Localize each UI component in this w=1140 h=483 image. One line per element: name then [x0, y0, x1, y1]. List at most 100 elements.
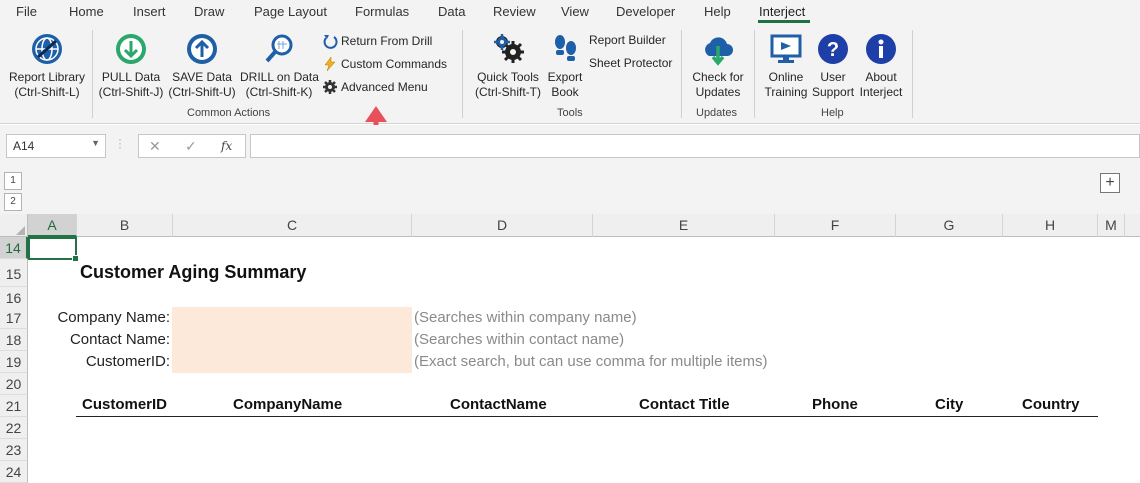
about-interject-button[interactable]: About Interject	[856, 32, 906, 100]
column-header-c[interactable]: C	[173, 214, 412, 237]
header-contact-title: Contact Title	[639, 396, 730, 413]
return-arrow-icon	[323, 35, 338, 49]
column-header-a[interactable]: A	[28, 214, 77, 237]
select-all-corner[interactable]	[0, 214, 28, 237]
report-library-label: Report Library	[8, 70, 86, 84]
resize-handle[interactable]: · · ·	[118, 133, 122, 153]
question-icon: ?	[818, 34, 848, 64]
return-from-drill-label: Return From Drill	[341, 34, 433, 48]
name-box[interactable]: A14 ▼	[6, 134, 106, 158]
row-header-14[interactable]: 14	[0, 237, 28, 259]
chevron-down-icon[interactable]: ▼	[91, 138, 100, 148]
insert-function-icon[interactable]: fx	[221, 139, 232, 153]
row-header-21[interactable]: 21	[0, 395, 28, 417]
advanced-menu-label: Advanced Menu	[341, 80, 428, 94]
custom-commands-button[interactable]: Custom Commands	[322, 56, 447, 72]
header-country: Country	[1022, 396, 1080, 413]
tab-formulas[interactable]: Formulas	[355, 4, 409, 19]
column-header-m[interactable]: M	[1098, 214, 1125, 237]
group-separator	[754, 30, 755, 118]
export-book-label: Export	[547, 70, 583, 84]
online-training-button[interactable]: Online Training	[760, 32, 812, 100]
export-book-label-2: Book	[551, 85, 579, 99]
column-headers: A B C D E F G H M	[0, 214, 1140, 237]
footprints-icon	[555, 35, 576, 61]
tab-developer[interactable]: Developer	[616, 4, 675, 19]
row-header-18[interactable]: 18	[0, 329, 28, 351]
header-contactname: ContactName	[450, 396, 547, 413]
column-header-e[interactable]: E	[593, 214, 775, 237]
row-header-22[interactable]: 22	[0, 417, 28, 439]
cloud-download-icon	[705, 37, 733, 66]
user-support-button[interactable]: ? User Support	[812, 32, 854, 100]
tab-interject[interactable]: Interject	[759, 4, 805, 19]
return-from-drill-button[interactable]: Return From Drill	[322, 33, 432, 49]
tab-draw[interactable]: Draw	[194, 4, 224, 19]
sheet-protector-button[interactable]: Sheet Protector	[589, 56, 672, 70]
name-box-value: A14	[13, 139, 35, 153]
row-header-23[interactable]: 23	[0, 439, 28, 461]
row-header-16[interactable]: 16	[0, 287, 28, 309]
quick-tools-button[interactable]: Quick Tools (Ctrl-Shift-T)	[472, 32, 544, 100]
pull-data-button[interactable]: PULL Data (Ctrl-Shift-J)	[96, 32, 166, 100]
column-header-f[interactable]: F	[775, 214, 896, 237]
magnifier-icon	[265, 34, 293, 63]
user-support-label-2: Support	[812, 85, 855, 99]
report-builder-button[interactable]: Report Builder	[589, 33, 666, 47]
user-support-label: User	[820, 70, 846, 84]
contact-name-label: Contact Name:	[69, 331, 170, 348]
tab-file[interactable]: File	[16, 4, 37, 19]
customerid-input[interactable]	[172, 351, 412, 373]
lightning-icon	[324, 56, 336, 72]
cancel-icon[interactable]: ✕	[149, 138, 161, 155]
column-header-d[interactable]: D	[412, 214, 593, 237]
export-book-button[interactable]: Export Book	[546, 32, 584, 100]
upload-arrow-icon	[187, 34, 217, 64]
row-header-17[interactable]: 17	[0, 307, 28, 329]
save-data-button[interactable]: SAVE Data (Ctrl-Shift-U)	[166, 32, 238, 100]
row-header-19[interactable]: 19	[0, 351, 28, 373]
header-city: City	[935, 396, 964, 413]
report-title: Customer Aging Summary	[80, 262, 307, 282]
outline-level-1-button[interactable]: 1	[4, 172, 22, 190]
column-header-h[interactable]: H	[1003, 214, 1098, 237]
tab-home[interactable]: Home	[69, 4, 104, 19]
check-updates-button[interactable]: Check for Updates	[688, 32, 748, 100]
tab-view[interactable]: View	[561, 4, 589, 19]
header-underline	[76, 416, 1098, 417]
group-label-tools: Tools	[557, 107, 583, 119]
active-cell-a14[interactable]	[28, 237, 79, 262]
tab-insert[interactable]: Insert	[133, 4, 166, 19]
tab-review[interactable]: Review	[493, 4, 536, 19]
svg-text:?: ?	[827, 39, 839, 61]
row-header-24[interactable]: 24	[0, 461, 28, 483]
column-header-b[interactable]: B	[77, 214, 173, 237]
pull-data-label: PULL Data	[101, 70, 161, 84]
online-training-label: Online	[768, 70, 804, 84]
gears-icon	[494, 34, 524, 63]
sheet-protector-label: Sheet Protector	[589, 56, 673, 70]
expand-group-button[interactable]: +	[1100, 173, 1120, 193]
online-training-label-2: Training	[764, 85, 808, 99]
company-name-input[interactable]	[172, 307, 412, 329]
drill-on-data-label: DRILL on Data	[240, 70, 319, 84]
formula-input[interactable]	[250, 134, 1140, 158]
custom-commands-label: Custom Commands	[341, 57, 448, 71]
column-header-g[interactable]: G	[896, 214, 1003, 237]
tab-help[interactable]: Help	[704, 4, 731, 19]
customerid-label: CustomerID:	[85, 353, 170, 370]
report-library-button[interactable]: Report Library (Ctrl-Shift-L)	[6, 32, 88, 100]
row-header-20[interactable]: 20	[0, 373, 28, 395]
contact-name-input[interactable]	[172, 329, 412, 351]
row-header-15[interactable]: 15	[0, 259, 28, 287]
tab-page-layout[interactable]: Page Layout	[254, 4, 327, 19]
tab-data[interactable]: Data	[438, 4, 465, 19]
pull-data-shortcut: (Ctrl-Shift-J)	[98, 85, 164, 99]
group-separator	[92, 30, 93, 118]
check-updates-label: Check for	[692, 70, 744, 84]
outline-level-2-button[interactable]: 2	[4, 193, 22, 211]
advanced-menu-button[interactable]: Advanced Menu	[322, 79, 428, 95]
drill-on-data-button[interactable]: DRILL on Data (Ctrl-Shift-K)	[240, 32, 319, 100]
group-separator	[462, 30, 463, 118]
confirm-icon[interactable]: ✓	[185, 138, 197, 155]
